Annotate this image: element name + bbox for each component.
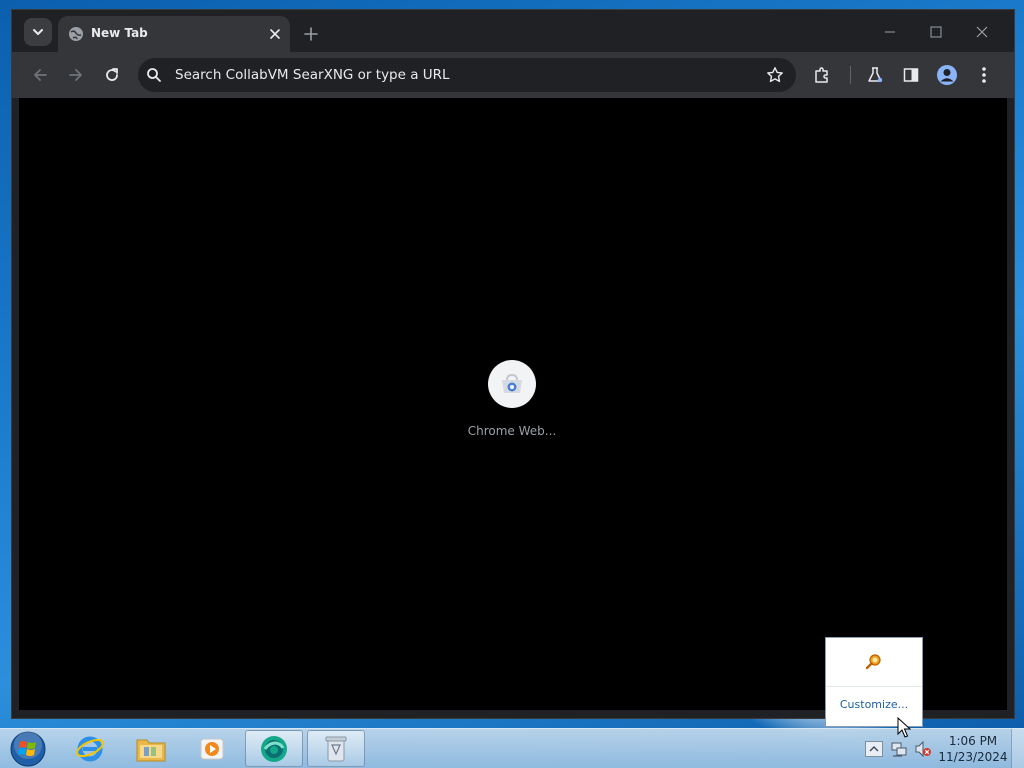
maximize-icon: [930, 26, 942, 38]
taskbar-clock[interactable]: 1:06 PM 11/23/2024: [938, 733, 1008, 765]
folder-icon: [136, 739, 166, 761]
close-icon: [976, 26, 988, 38]
network-icon: [891, 742, 907, 757]
address-bar[interactable]: Search CollabVM SearXNG or type a URL: [138, 58, 796, 92]
volume-muted-icon: [915, 740, 931, 758]
close-window-button[interactable]: [962, 18, 1002, 46]
address-bar-placeholder: Search CollabVM SearXNG or type a URL: [175, 67, 450, 83]
tab-new-tab[interactable]: New Tab: [58, 16, 290, 52]
labs-button[interactable]: [861, 61, 889, 89]
show-hidden-icons: [865, 741, 883, 757]
volume-tray-icon[interactable]: [914, 740, 932, 758]
profile-icon: [937, 65, 957, 85]
tray-overflow-popup: Customize...: [825, 637, 923, 727]
windows-orb-icon: [10, 731, 46, 767]
taskbar-recycle-app[interactable]: [307, 730, 365, 767]
extensions-button[interactable]: [808, 61, 836, 89]
tab-title: New Tab: [91, 26, 148, 40]
plus-icon: [304, 27, 318, 41]
search-icon: [147, 68, 161, 82]
star-icon[interactable]: [766, 66, 784, 84]
reload-button[interactable]: [98, 61, 126, 89]
minimize-button[interactable]: [870, 18, 910, 46]
browser-toolbar: Search CollabVM SearXNG or type a URL: [12, 52, 1014, 98]
profile-button[interactable]: [933, 61, 961, 89]
chrome-icon: [261, 735, 287, 762]
magnifier-tool-icon[interactable]: [865, 653, 883, 671]
close-tab-icon[interactable]: [266, 25, 284, 43]
menu-button[interactable]: [970, 61, 998, 89]
taskbar-internet-explorer[interactable]: [61, 730, 119, 767]
customize-link[interactable]: Customize...: [826, 698, 922, 711]
media-player-icon: [200, 738, 224, 759]
new-tab-button[interactable]: [299, 22, 323, 46]
ie-icon: [76, 736, 104, 761]
maximize-button[interactable]: [916, 18, 956, 46]
back-icon: [34, 69, 47, 81]
back-button[interactable]: [26, 61, 54, 89]
taskbar-file-explorer[interactable]: [122, 730, 180, 767]
toolbar-separator: [850, 66, 851, 84]
recycle-app-icon: [325, 736, 347, 761]
reload-icon: [106, 68, 118, 81]
forward-button[interactable]: [62, 61, 90, 89]
network-tray-icon[interactable]: [890, 740, 908, 758]
show-desktop-button[interactable]: [1011, 729, 1024, 768]
minimize-icon: [885, 31, 895, 33]
menu-icon: [982, 67, 986, 83]
shortcut-chrome-web-store[interactable]: Chrome Web...: [459, 360, 565, 450]
side-panel-icon: [903, 68, 919, 82]
tray-popup-icons: [826, 638, 922, 687]
taskbar-media-player[interactable]: [183, 730, 241, 767]
side-panel-button[interactable]: [897, 61, 925, 89]
taskbar-chrome[interactable]: [245, 730, 303, 767]
chrome-web-store-icon: [502, 374, 522, 393]
new-tab-page: Chrome Web...: [19, 98, 1007, 710]
mouse-cursor-icon: [897, 717, 911, 738]
chrome-window: New Tab Search CollabVM SearXNG or type …: [11, 9, 1015, 719]
globe-icon: [68, 26, 84, 42]
shortcut-icon-container: [488, 360, 536, 408]
labs-icon: [868, 67, 883, 83]
tab-search-button[interactable]: [24, 18, 52, 46]
forward-icon: [69, 69, 82, 81]
desktop: New Tab Search CollabVM SearXNG or type …: [0, 0, 1024, 768]
chevron-down-icon: [33, 29, 43, 35]
clock-time: 1:06 PM: [948, 734, 998, 748]
clock-date: 11/23/2024: [938, 750, 1008, 764]
extensions-icon: [815, 67, 828, 83]
show-hidden-icons-button[interactable]: [865, 740, 883, 758]
taskbar: 1:06 PM 11/23/2024: [0, 728, 1024, 768]
title-bar: New Tab: [12, 10, 1014, 52]
shortcut-label: Chrome Web...: [467, 424, 557, 438]
start-button[interactable]: [6, 729, 50, 768]
